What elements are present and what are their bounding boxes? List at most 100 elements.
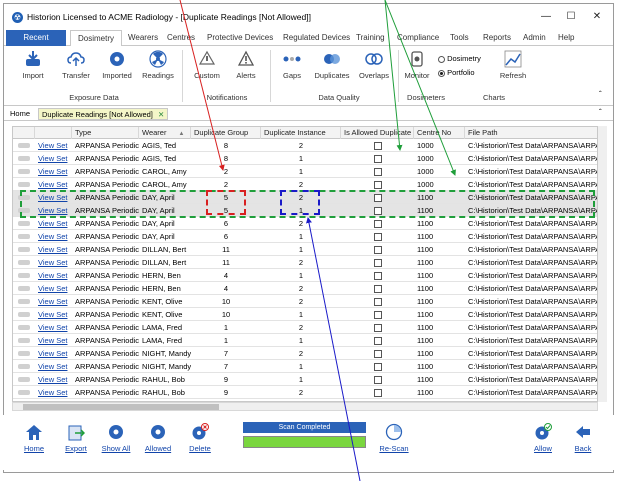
is-allowed-checkbox[interactable] <box>341 217 414 230</box>
checkbox-icon[interactable] <box>373 337 382 346</box>
checkbox-icon[interactable] <box>373 207 382 216</box>
is-allowed-checkbox[interactable] <box>341 178 414 191</box>
row-handle[interactable] <box>13 243 35 256</box>
row-handle[interactable] <box>13 230 35 243</box>
is-allowed-checkbox[interactable] <box>341 269 414 282</box>
checkbox-icon[interactable] <box>373 324 382 333</box>
monitor-button[interactable]: Monitor <box>400 50 434 80</box>
is-allowed-checkbox[interactable] <box>341 295 414 308</box>
scroll-thumb[interactable] <box>23 404 219 410</box>
tab-dosimetry[interactable]: Dosimetry <box>70 30 122 47</box>
view-set-link-text[interactable]: View Set <box>38 258 67 267</box>
view-set-link[interactable]: View Set <box>35 386 72 399</box>
view-set-link[interactable]: View Set <box>35 256 72 269</box>
checkbox-icon[interactable] <box>373 220 382 229</box>
header-file-path[interactable]: File Path <box>465 127 597 139</box>
is-allowed-checkbox[interactable] <box>341 256 414 269</box>
table-row[interactable]: View Set ARPANSA Periodic AGIS, Ted 8 1 1000 C… <box>13 152 597 165</box>
rescan-button[interactable]: Re-Scan <box>376 423 412 453</box>
row-handle[interactable] <box>13 347 35 360</box>
view-set-link-text[interactable]: View Set <box>38 206 67 215</box>
tab-admin[interactable]: Admin <box>523 30 546 46</box>
view-set-link[interactable]: View Set <box>35 191 72 204</box>
table-row[interactable]: View Set ARPANSA Periodic DILLAN, Bert 11 1 1… <box>13 243 597 256</box>
allowed-button[interactable]: Allowed <box>140 423 176 453</box>
tab-protective-devices[interactable]: Protective Devices <box>207 30 273 46</box>
table-row[interactable]: View Set ARPANSA Periodic NIGHT, Mandy 7 1 11… <box>13 360 597 373</box>
tab-recent[interactable]: Recent <box>6 30 66 46</box>
view-set-link-text[interactable]: View Set <box>38 154 67 163</box>
is-allowed-checkbox[interactable] <box>341 360 414 373</box>
maximize-icon[interactable]: ☐ <box>564 10 578 24</box>
view-set-link[interactable]: View Set <box>35 204 72 217</box>
checkbox-icon[interactable] <box>373 272 382 281</box>
checkbox-icon[interactable] <box>373 259 382 268</box>
view-set-link-text[interactable]: View Set <box>38 349 67 358</box>
is-allowed-checkbox[interactable] <box>341 282 414 295</box>
view-set-link-text[interactable]: View Set <box>38 310 67 319</box>
view-set-link-text[interactable]: View Set <box>38 193 67 202</box>
collapse-ribbon-icon[interactable]: ˆ <box>599 90 602 99</box>
view-set-link[interactable]: View Set <box>35 178 72 191</box>
close-tab-icon[interactable]: ✕ <box>158 110 164 119</box>
view-set-link-text[interactable]: View Set <box>38 141 67 150</box>
doc-tab-home[interactable]: Home <box>7 108 33 120</box>
header-is-allowed[interactable]: Is Allowed Duplicate <box>341 127 414 139</box>
checkbox-icon[interactable] <box>373 155 382 164</box>
table-row[interactable]: View Set ARPANSA Periodic LAMA, Fred 1 1 1100… <box>13 334 597 347</box>
table-row[interactable]: View Set ARPANSA Periodic CAROL, Amy 2 2 1000… <box>13 178 597 191</box>
radio-portfolio[interactable]: Portfolio <box>438 68 475 77</box>
view-set-link[interactable]: View Set <box>35 373 72 386</box>
header-type[interactable]: Type <box>72 127 139 139</box>
is-allowed-checkbox[interactable] <box>341 165 414 178</box>
view-set-link[interactable]: View Set <box>35 269 72 282</box>
table-row[interactable]: View Set ARPANSA Periodic DAY, April 6 2 1100… <box>13 217 597 230</box>
allow-button[interactable]: Allow <box>526 423 560 453</box>
table-row[interactable]: View Set ARPANSA Periodic DAY, April 5 2 1100… <box>13 191 597 204</box>
tab-wearers[interactable]: Wearers <box>128 30 158 46</box>
checkbox-icon[interactable] <box>373 285 382 294</box>
checkbox-icon[interactable] <box>373 298 382 307</box>
row-handle[interactable] <box>13 178 35 191</box>
table-row[interactable]: View Set ARPANSA Periodic HERN, Ben 4 1 1100 C… <box>13 269 597 282</box>
header-duplicate-group[interactable]: Duplicate Group <box>191 127 261 139</box>
table-row[interactable]: View Set ARPANSA Periodic KENT, Olive 10 1 11… <box>13 308 597 321</box>
is-allowed-checkbox[interactable] <box>341 386 414 399</box>
row-handle[interactable] <box>13 152 35 165</box>
collapse-icon[interactable]: ˆ <box>599 108 602 117</box>
row-handle[interactable] <box>13 191 35 204</box>
is-allowed-checkbox[interactable] <box>341 191 414 204</box>
tab-regulated-devices[interactable]: Regulated Devices <box>283 30 350 46</box>
view-set-link-text[interactable]: View Set <box>38 336 67 345</box>
header-duplicate-instance[interactable]: Duplicate Instance <box>261 127 341 139</box>
table-row[interactable]: View Set ARPANSA Periodic HERN, Ben 4 2 1100 C… <box>13 282 597 295</box>
view-set-link[interactable]: View Set <box>35 243 72 256</box>
custom-button[interactable]: Custom <box>189 50 225 80</box>
overlaps-button[interactable]: Overlaps <box>356 50 392 80</box>
row-handle[interactable] <box>13 269 35 282</box>
checkbox-icon[interactable] <box>373 350 382 359</box>
table-row[interactable]: View Set ARPANSA Periodic NIGHT, Mandy 7 2 11… <box>13 347 597 360</box>
checkbox-icon[interactable] <box>373 363 382 372</box>
tab-centres[interactable]: Centres <box>167 30 195 46</box>
tab-reports[interactable]: Reports <box>483 30 511 46</box>
row-handle[interactable] <box>13 334 35 347</box>
gaps-button[interactable]: Gaps <box>276 50 308 80</box>
table-row[interactable]: View Set ARPANSA Periodic RAHUL, Bob 9 2 1100… <box>13 386 597 399</box>
header-wearer[interactable]: Wearer ▲ <box>139 127 191 139</box>
doc-tab-duplicates[interactable]: Duplicate Readings [Not Allowed] ✕ <box>38 108 169 120</box>
readings-button[interactable]: Readings <box>140 50 176 80</box>
view-set-link[interactable]: View Set <box>35 165 72 178</box>
is-allowed-checkbox[interactable] <box>341 308 414 321</box>
is-allowed-checkbox[interactable] <box>341 373 414 386</box>
row-handle[interactable] <box>13 165 35 178</box>
view-set-link[interactable]: View Set <box>35 139 72 152</box>
table-row[interactable]: View Set ARPANSA Periodic KENT, Olive 10 2 11… <box>13 295 597 308</box>
row-handle[interactable] <box>13 360 35 373</box>
view-set-link[interactable]: View Set <box>35 217 72 230</box>
checkbox-icon[interactable] <box>373 389 382 398</box>
view-set-link[interactable]: View Set <box>35 334 72 347</box>
radio-dosimetry[interactable]: Dosimetry <box>438 54 481 63</box>
row-handle[interactable] <box>13 373 35 386</box>
checkbox-icon[interactable] <box>373 142 382 151</box>
